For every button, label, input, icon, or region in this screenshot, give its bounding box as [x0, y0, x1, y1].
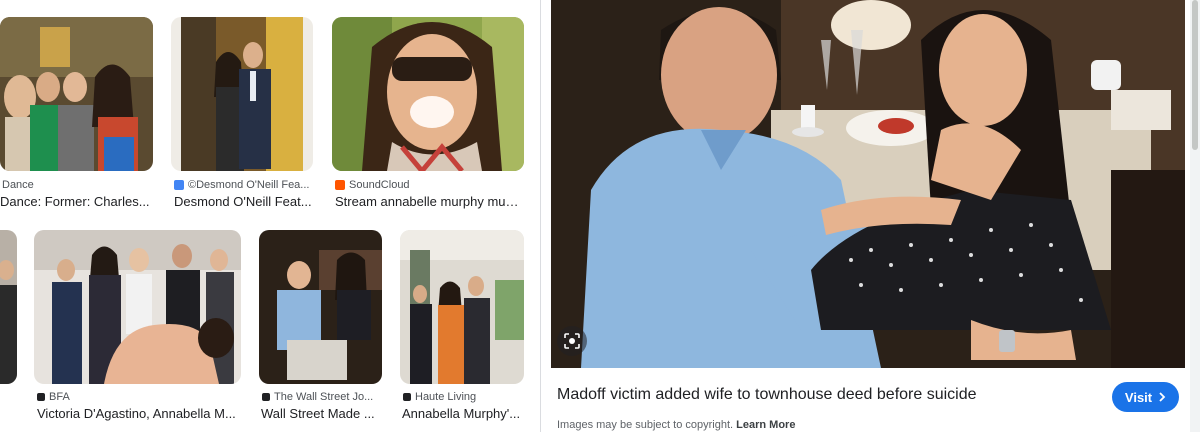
- panel-divider: [540, 0, 541, 432]
- result-source-label: The Wall Street Jo...: [274, 391, 374, 403]
- learn-more-link[interactable]: Learn More: [736, 419, 795, 431]
- copyright-notice: Images may be subject to copyright. Lear…: [557, 419, 795, 431]
- result-caption[interactable]: Wall Street Made ...: [261, 406, 382, 421]
- favicon-icon: [37, 393, 45, 401]
- copyright-text: Images may be subject to copyright.: [557, 419, 734, 431]
- result-source-label: Haute Living: [415, 391, 477, 403]
- result-source[interactable]: The Wall Street Jo...: [262, 391, 383, 403]
- lens-button[interactable]: [557, 326, 587, 356]
- result-caption[interactable]: Victoria D'Agastino, Annabella M...: [37, 406, 242, 421]
- visit-button[interactable]: Visit: [1112, 382, 1179, 412]
- favicon-icon: [262, 393, 270, 401]
- result-source[interactable]: ©Desmond O'Neill Fea...: [174, 179, 314, 191]
- result-thumbnail[interactable]: [332, 17, 524, 171]
- result-caption[interactable]: Desmond O'Neill Feat...: [174, 194, 314, 209]
- result-thumbnail[interactable]: [171, 17, 313, 171]
- couple-photo: [171, 17, 313, 171]
- result-source[interactable]: Haute Living: [403, 391, 524, 403]
- party-group-photo: [0, 17, 153, 171]
- result-source-label: ©Desmond O'Neill Fea...: [188, 179, 310, 191]
- favicon-icon: [335, 180, 345, 190]
- result-source-label: Dance: [2, 179, 34, 191]
- result-thumbnail[interactable]: [0, 17, 153, 171]
- bfa-event-photo: [34, 230, 241, 384]
- lens-icon: [564, 333, 580, 349]
- result-thumbnail[interactable]: [0, 230, 17, 384]
- favicon-icon: [174, 180, 184, 190]
- result-caption[interactable]: Annabella Murphy'...: [402, 406, 524, 421]
- result-source[interactable]: SoundCloud: [335, 179, 525, 191]
- result-caption[interactable]: Dance: Former: Charles...: [0, 194, 152, 209]
- result-thumbnail[interactable]: [259, 230, 382, 384]
- chevron-right-icon: [1159, 392, 1166, 402]
- result-source[interactable]: Dance: [2, 179, 152, 191]
- image-results-grid: Dance Dance: Former: Charles... ©Desmond…: [0, 0, 540, 432]
- partial-photo: [0, 230, 17, 384]
- favicon-icon: [403, 393, 411, 401]
- result-source[interactable]: BFA: [37, 391, 242, 403]
- haute-living-photo: [400, 230, 524, 384]
- laughing-woman-photo: [332, 17, 524, 171]
- result-source-label: SoundCloud: [349, 179, 410, 191]
- visit-button-label: Visit: [1124, 389, 1153, 405]
- preview-image[interactable]: [551, 0, 1185, 368]
- result-source-label: BFA: [49, 391, 70, 403]
- preview-photo: [551, 0, 1185, 368]
- preview-title[interactable]: Madoff victim added wife to townhouse de…: [557, 386, 977, 404]
- wsj-couple-photo: [259, 230, 382, 384]
- result-thumbnail[interactable]: [34, 230, 241, 384]
- result-caption[interactable]: Stream annabelle murphy musi...: [335, 194, 525, 209]
- result-thumbnail[interactable]: [400, 230, 524, 384]
- scrollbar-thumb[interactable]: [1192, 0, 1198, 150]
